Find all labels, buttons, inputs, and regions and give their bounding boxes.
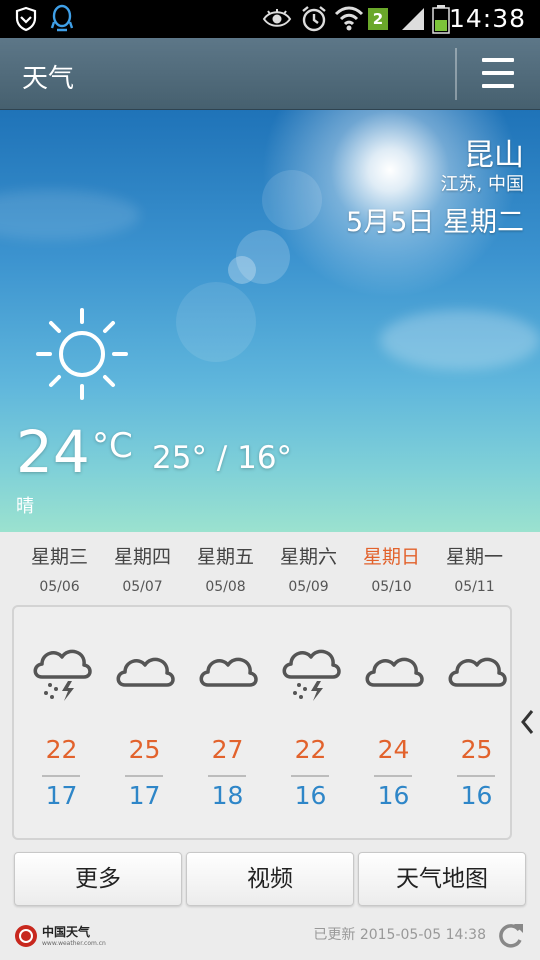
- day-header[interactable]: 星期六 05/09: [267, 542, 350, 595]
- cloud-icon: [365, 657, 424, 687]
- logo-text: 中国天气: [42, 925, 91, 939]
- day-date: 05/11: [454, 579, 495, 595]
- day-header[interactable]: 星期五 05/08: [184, 542, 267, 595]
- cloud-icon: [116, 657, 175, 687]
- network-badge: 2: [368, 8, 388, 30]
- high-temp: 27: [211, 735, 244, 764]
- low-temp: 17: [45, 781, 78, 810]
- temp-divider: [125, 775, 163, 777]
- app-title: 天气: [22, 64, 75, 94]
- video-button[interactable]: 视频: [186, 852, 354, 906]
- temp-divider: [42, 775, 80, 777]
- high-temp: 24: [377, 735, 410, 764]
- signal-icon: [402, 8, 424, 30]
- current-date: 5月5日 星期二: [346, 207, 524, 238]
- refresh-icon[interactable]: [497, 920, 525, 950]
- divider: [455, 48, 457, 100]
- weather-condition: 晴: [16, 496, 34, 517]
- low-temp: 17: [128, 781, 161, 810]
- forecast-column: 27 18: [186, 607, 269, 842]
- day-name: 星期四: [113, 546, 171, 568]
- low-temp: 18: [211, 781, 244, 810]
- current-temperature: 24: [16, 418, 90, 486]
- high-temp: 22: [294, 735, 327, 764]
- lens-flare: [176, 282, 256, 362]
- qq-icon: [50, 4, 74, 32]
- city-name: 昆山: [464, 138, 524, 173]
- shield-icon: [15, 6, 37, 32]
- temp-divider: [374, 775, 412, 777]
- lens-flare: [228, 256, 256, 284]
- low-temp: 16: [294, 781, 327, 810]
- battery-icon: [432, 5, 450, 34]
- logo-url: www.weather.com.cn: [42, 940, 106, 947]
- high-temp: 25: [128, 735, 161, 764]
- temperature-range: 25° / 16°: [152, 440, 293, 476]
- chevron-left-icon[interactable]: [518, 705, 538, 739]
- cloud-wisp: [0, 190, 140, 240]
- clock: 14:38: [448, 4, 526, 33]
- day-header[interactable]: 星期三 05/06: [18, 542, 101, 595]
- forecast-column: 25 16: [435, 607, 518, 842]
- day-date: 05/09: [288, 579, 329, 595]
- day-name: 星期一: [445, 546, 503, 568]
- hamburger-menu-icon: [482, 58, 514, 62]
- day-date: 05/08: [205, 579, 246, 595]
- day-header[interactable]: 星期四 05/07: [101, 542, 184, 595]
- forecast-panel[interactable]: 22 17 25 17 27 18 22 16 24 16 25 16: [12, 605, 512, 840]
- temp-divider: [291, 775, 329, 777]
- thunder-rain-icon: [282, 649, 341, 701]
- day-date: 05/07: [122, 579, 163, 595]
- footer: 中国天气 www.weather.com.cn 已更新 2015-05-05 1…: [0, 912, 540, 960]
- temp-divider: [208, 775, 246, 777]
- day-name: 星期三: [30, 546, 88, 568]
- china-weather-logo[interactable]: 中国天气 www.weather.com.cn: [14, 918, 110, 954]
- day-name: 星期五: [196, 546, 254, 568]
- thunder-rain-icon: [33, 649, 92, 701]
- day-date: 05/10: [371, 579, 412, 595]
- menu-button[interactable]: [470, 50, 526, 98]
- forecast-column: 25 17: [103, 607, 186, 842]
- temp-divider: [457, 775, 495, 777]
- cloud-wisp: [380, 310, 540, 370]
- weather-hero: 昆山 江苏, 中国 5月5日 星期二 24 °C 25° / 16° 晴: [0, 110, 540, 532]
- eye-icon: [262, 9, 292, 27]
- day-name: 星期日: [362, 546, 420, 568]
- forecast-column: 22 16: [269, 607, 352, 842]
- more-button[interactable]: 更多: [14, 852, 182, 906]
- forecast-column: 22 17: [20, 607, 103, 842]
- logo-icon: [15, 925, 37, 947]
- high-temp: 25: [460, 735, 493, 764]
- day-header[interactable]: 星期一 05/11: [433, 542, 516, 595]
- cloud-icon: [199, 657, 258, 687]
- lens-flare: [262, 170, 322, 230]
- day-name: 星期六: [279, 546, 337, 568]
- weather-map-button[interactable]: 天气地图: [358, 852, 526, 906]
- day-date: 05/06: [39, 579, 80, 595]
- cloud-icon: [448, 657, 507, 687]
- status-bar: 2 14:38: [0, 0, 540, 38]
- last-updated: 已更新 2015-05-05 14:38: [313, 927, 486, 943]
- day-header-today[interactable]: 星期日 05/10: [350, 542, 433, 595]
- temperature-unit: °C: [92, 426, 133, 466]
- low-temp: 16: [460, 781, 493, 810]
- wifi-icon: [334, 6, 364, 31]
- app-bar: 天气: [0, 38, 540, 110]
- sun-icon: [36, 308, 128, 400]
- high-temp: 22: [45, 735, 78, 764]
- alarm-icon: [302, 6, 326, 32]
- region-name: 江苏, 中国: [440, 174, 524, 195]
- forecast-days: 星期三 05/06 星期四 05/07 星期五 05/08 星期六 05/09 …: [18, 542, 516, 602]
- forecast-column: 24 16: [352, 607, 435, 842]
- low-temp: 16: [377, 781, 410, 810]
